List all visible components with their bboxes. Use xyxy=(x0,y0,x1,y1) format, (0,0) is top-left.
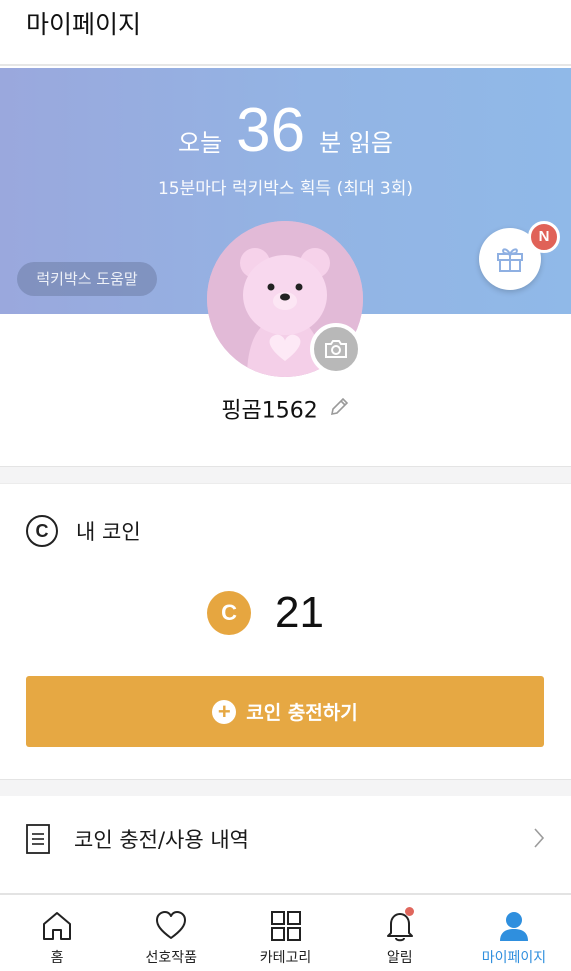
tab-home[interactable]: 홈 xyxy=(0,895,114,971)
section-divider xyxy=(0,779,571,797)
lucky-box-help-button[interactable]: 럭키박스 도움말 xyxy=(17,262,157,296)
reading-prefix: 오늘 xyxy=(177,129,223,157)
nickname-row: 핑곰1562 xyxy=(0,396,571,427)
person-icon xyxy=(499,912,528,941)
camera-icon xyxy=(325,340,347,358)
coin-history-label: 코인 충전/사용 내역 xyxy=(74,828,249,852)
coin-amount: 21 xyxy=(275,588,324,637)
tab-notifications[interactable]: 알림 xyxy=(343,895,457,971)
heart-icon xyxy=(156,911,187,939)
tab-favorites-label: 선호작품 xyxy=(145,950,198,966)
edit-nickname-button[interactable] xyxy=(328,396,350,427)
tab-category[interactable]: 카테고리 xyxy=(228,895,342,971)
plus-circle-icon: + xyxy=(212,699,237,724)
chevron-right-icon xyxy=(534,828,545,848)
pencil-icon xyxy=(330,397,348,416)
coin-section-title: 내 코인 xyxy=(76,520,141,544)
tab-favorites[interactable]: 선호작품 xyxy=(114,895,228,971)
charge-coins-label: 코인 충전하기 xyxy=(246,702,358,724)
grid-icon xyxy=(270,911,301,941)
home-icon xyxy=(43,912,72,940)
document-icon xyxy=(26,824,50,854)
page-title: 마이페이지 xyxy=(26,10,142,39)
tab-mypage[interactable]: 마이페이지 xyxy=(457,895,571,971)
bottom-tab-bar: 홈 선호작품 카테고리 알림 마이페이지 xyxy=(0,893,571,971)
section-divider xyxy=(0,466,571,484)
coin-outline-icon: C xyxy=(26,515,58,547)
coin-history-item[interactable]: 코인 충전/사용 내역 xyxy=(0,796,571,882)
gift-icon xyxy=(497,248,523,272)
tab-mypage-label: 마이페이지 xyxy=(481,950,547,966)
nickname: 핑곰1562 xyxy=(221,398,318,424)
coin-icon: C xyxy=(207,591,252,635)
charge-coins-button[interactable]: + 코인 충전하기 xyxy=(26,676,544,747)
notification-dot xyxy=(404,907,414,916)
reading-minutes: 36 xyxy=(236,96,306,165)
reading-suffix: 분 읽음 xyxy=(319,129,393,157)
tab-home-label: 홈 xyxy=(50,950,64,966)
change-photo-button[interactable] xyxy=(310,323,362,375)
tab-notifications-label: 알림 xyxy=(386,950,413,966)
coin-section-header: C 내 코인 xyxy=(26,515,141,547)
top-bar: 마이페이지 xyxy=(0,0,571,66)
coin-balance: C 21 xyxy=(0,588,571,638)
reading-time: 오늘 36 분 읽음 xyxy=(0,96,571,166)
lucky-box-info: 15분마다 럭키박스 획득 (최대 3회) xyxy=(157,179,413,199)
tab-category-label: 카테고리 xyxy=(259,950,312,966)
new-badge: N xyxy=(528,221,560,253)
